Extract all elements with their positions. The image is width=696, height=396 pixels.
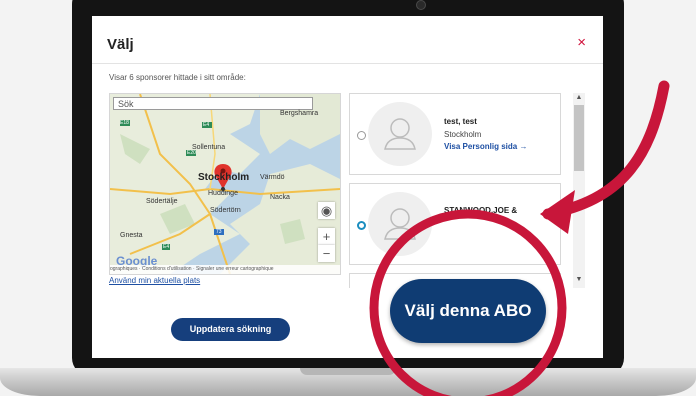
scrollbar[interactable]: ▲ ▼ <box>573 93 585 288</box>
map-label: Stockholm <box>198 172 250 183</box>
road-label: E4 <box>162 244 171 250</box>
map-label: Bergshamra <box>280 110 319 117</box>
road-label: E4 <box>203 122 210 128</box>
sponsor-card[interactable]: STANWOOD,JOE & <box>349 183 561 265</box>
my-location-icon[interactable]: ◉ <box>318 202 335 219</box>
map-label: Nacka <box>270 194 290 201</box>
laptop-notch <box>300 368 396 375</box>
scroll-thumb[interactable] <box>574 105 584 171</box>
sponsor-page-link[interactable]: Visa Personlig sida → <box>444 142 527 151</box>
sponsor-city: Stockholm <box>444 130 482 139</box>
avatar <box>368 102 432 166</box>
road-label: E18 <box>120 120 129 126</box>
road-label: E20 <box>187 150 196 156</box>
scroll-up-icon[interactable]: ▲ <box>573 94 585 101</box>
scroll-down-icon[interactable]: ▼ <box>573 276 585 283</box>
sponsor-radio[interactable] <box>357 221 366 230</box>
use-current-location-link[interactable]: Använd min aktuella plats <box>109 276 200 285</box>
close-icon[interactable]: × <box>577 34 586 51</box>
sponsor-radio[interactable] <box>357 131 366 140</box>
map-canvas <box>110 94 340 274</box>
map-footer: ographiques · Conditions d'utilisation ·… <box>110 265 340 274</box>
map-label: Södertörn <box>210 207 241 214</box>
camera-icon <box>416 0 426 10</box>
map-label: Gnesta <box>120 232 143 239</box>
sponsor-name: test, test <box>444 117 477 126</box>
zoom-in-button[interactable]: + <box>318 228 335 245</box>
map-label: Huddinge <box>208 190 238 197</box>
person-icon <box>384 208 416 240</box>
zoom-out-button[interactable]: − <box>318 245 335 262</box>
sponsor-list[interactable]: test, test Stockholm Visa Personlig sida… <box>349 93 589 288</box>
sponsor-card[interactable]: test, test Stockholm Visa Personlig sida… <box>349 93 561 175</box>
result-count-text: Visar 6 sponsorer hittade i sitt område: <box>109 73 246 82</box>
avatar <box>368 192 432 256</box>
map[interactable]: Sök Bergshamra Sollentuna Stockholm Värm… <box>109 93 341 275</box>
map-label: Sollentuna <box>192 144 226 151</box>
choose-abo-button[interactable]: Välj denna ABO <box>390 279 546 343</box>
dialog-title: Välj <box>107 36 134 53</box>
map-label: Södertälje <box>146 198 178 205</box>
map-label: Värmdö <box>260 174 285 181</box>
road-label: 73 <box>216 229 222 235</box>
map-search-input[interactable]: Sök <box>113 97 313 110</box>
update-search-button[interactable]: Uppdatera sökning <box>171 318 290 341</box>
divider <box>92 63 603 64</box>
person-icon <box>384 118 416 150</box>
sponsor-name: STANWOOD,JOE & <box>444 206 518 215</box>
